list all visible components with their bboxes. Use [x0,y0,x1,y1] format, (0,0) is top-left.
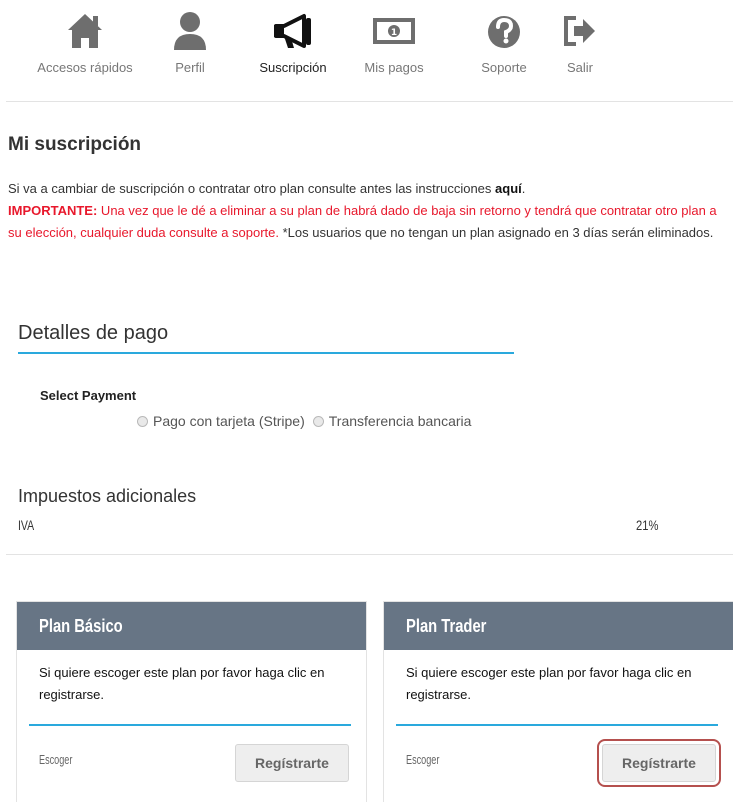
radio-button[interactable] [312,415,324,427]
nav-item-mis-pagos[interactable]: 1 Mis pagos [364,8,424,75]
divider [6,554,733,555]
nav-label: Accesos rápidos [37,60,133,75]
intro-suffix: . [521,181,526,196]
payment-divider [18,352,514,354]
plan-header: Plan Trader [384,602,733,650]
additional-taxes-title: Impuestos adicionales [18,486,197,506]
plan-choose-label: Escoger [39,752,73,767]
home-icon [68,14,102,48]
nav-item-perfil[interactable]: Perfil [168,8,212,75]
intro-text: Si va a cambiar de suscripción o contrat… [8,181,496,196]
megaphone-icon [274,14,311,48]
plan-divider [396,724,718,726]
payment-option-stripe[interactable]: Pago con tarjeta (Stripe) [137,413,305,429]
plan-card-basico: Plan Básico Si quiere escoger este plan … [16,601,367,802]
tax-value: 21% [636,517,659,533]
subscription-instructions: Si va a cambiar de suscripción o contrat… [8,178,733,244]
nav-label: Suscripción [259,60,327,75]
plan-header: Plan Básico [17,602,366,650]
plan-description: Si quiere escoger este plan por favor ha… [406,665,692,702]
plan-name: Plan Básico [39,616,123,636]
register-button[interactable]: Regístrarte [235,744,349,782]
question-circle-icon [488,16,520,48]
select-payment-label: Select Payment [40,388,137,403]
svg-text:1: 1 [391,28,397,38]
plan-choose-label: Escoger [406,752,440,767]
nav-label: Perfil [175,60,205,75]
radio-button[interactable] [137,415,148,427]
payment-option-transfer[interactable]: Transferencia bancaria [312,413,472,429]
plan-description: Si quiere escoger este plan por favor ha… [39,665,325,702]
deletion-note: *Los usuarios que no tengan un plan asig… [279,225,714,240]
top-nav: Accesos rápidos Perfil Suscripción 1 Mis… [0,0,733,100]
nav-item-soporte[interactable]: Soporte [474,8,534,75]
plan-divider [29,724,351,726]
divider [6,101,733,102]
nav-label: Mis pagos [364,60,424,75]
nav-label: Salir [566,60,593,75]
user-icon [174,12,206,50]
sign-out-icon [564,16,595,46]
banknote-icon: 1 [373,18,415,44]
important-label: IMPORTANTE: [8,203,98,218]
page-title: Mi suscripción [8,134,142,155]
payment-details-title: Detalles de pago [18,322,169,344]
payment-option-label: Transferencia bancaria [328,413,472,429]
nav-label: Soporte [481,60,527,75]
payment-option-label: Pago con tarjeta (Stripe) [153,413,305,429]
nav-item-accesos-rapidos[interactable]: Accesos rápidos [22,8,148,75]
payment-options: Pago con tarjeta (Stripe) Transferencia … [137,413,479,429]
tax-name: IVA [18,517,35,533]
nav-item-salir[interactable]: Salir [562,8,598,75]
instructions-link[interactable]: aquí [495,181,522,196]
plan-card-trader: Plan Trader Si quiere escoger este plan … [383,601,733,802]
plan-name: Plan Trader [406,616,487,636]
nav-item-suscripcion[interactable]: Suscripción [250,8,336,75]
register-button[interactable]: Regístrarte [597,739,721,787]
